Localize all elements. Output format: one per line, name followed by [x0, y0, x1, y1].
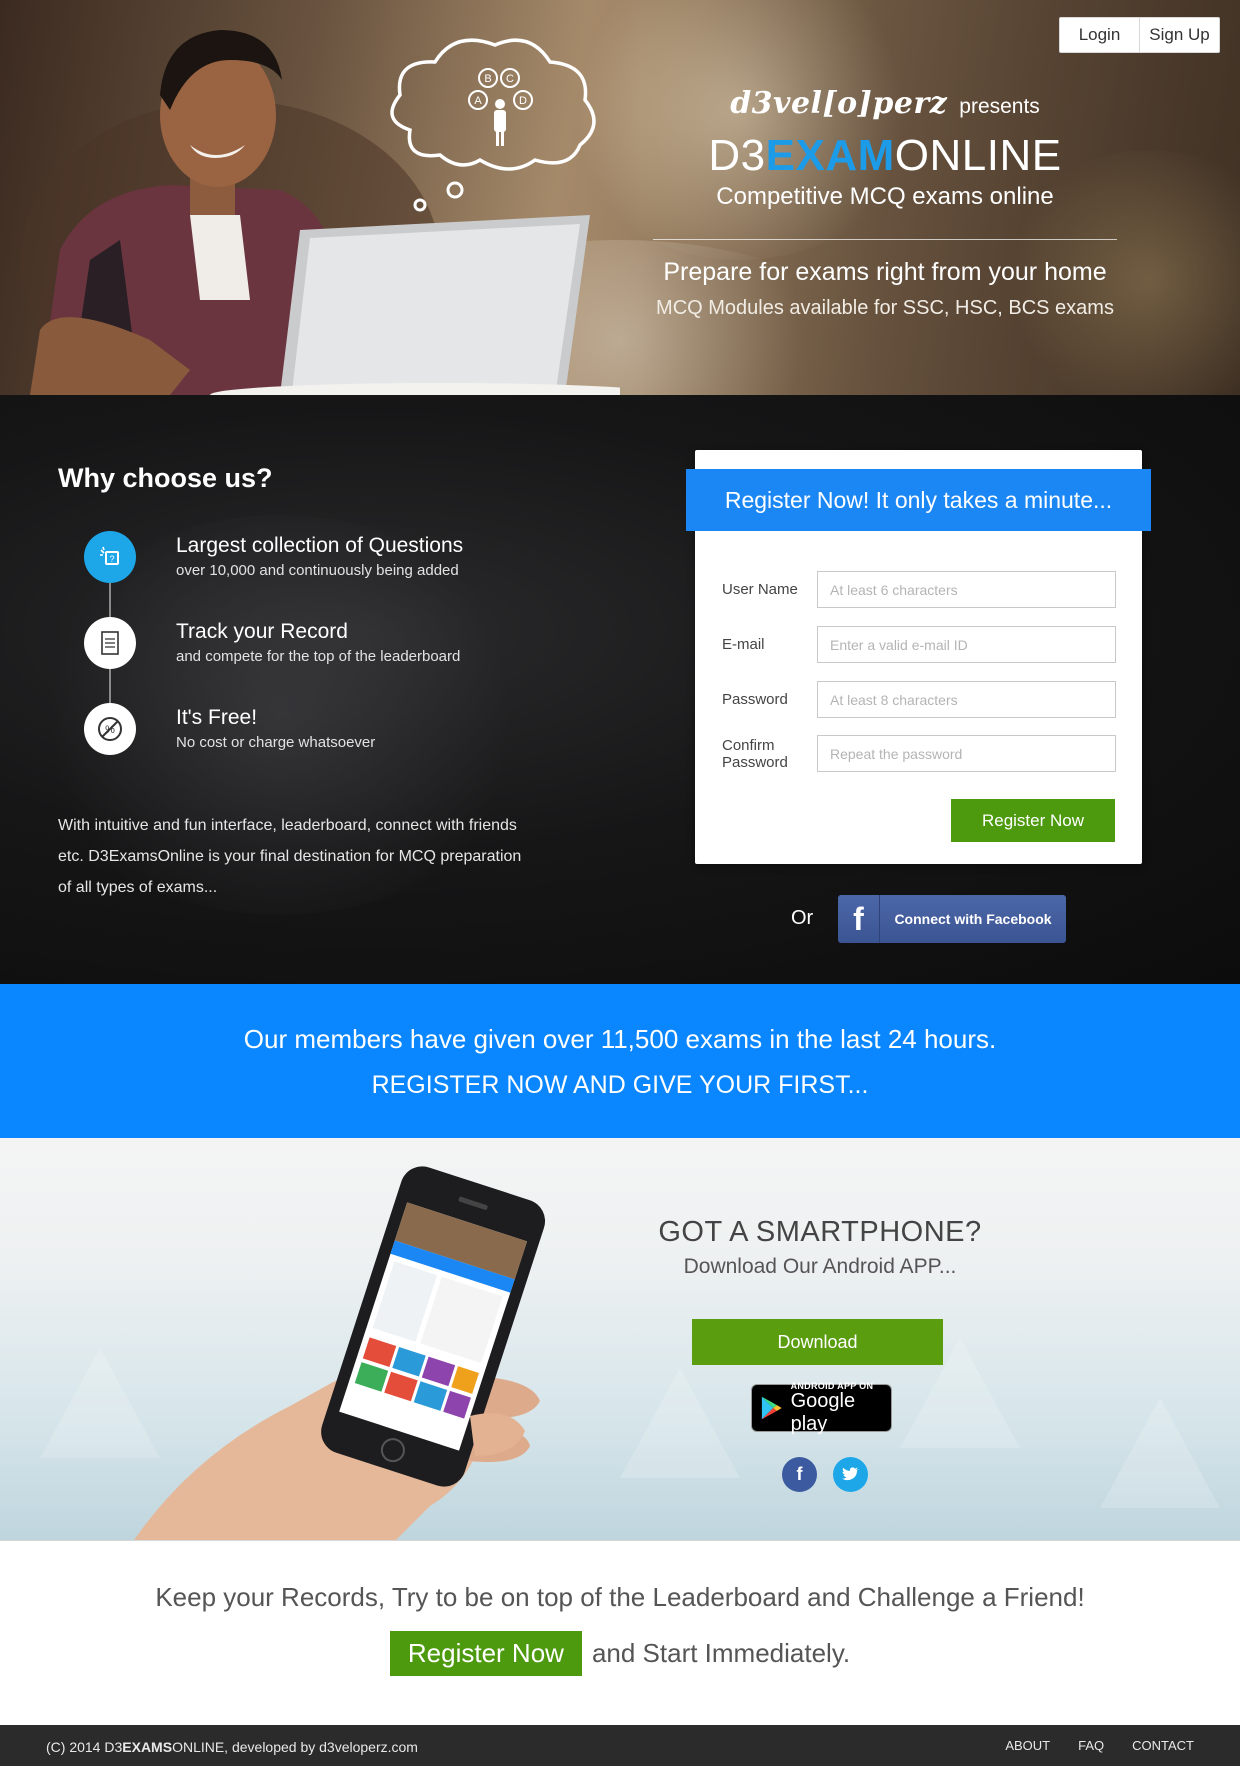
presents-text: presents [959, 95, 1040, 118]
password-label: Password [722, 691, 788, 708]
twitter-social-icon[interactable] [833, 1457, 868, 1492]
question-collection-icon: ? [84, 531, 136, 583]
email-label: E-mail [722, 636, 765, 653]
password-input[interactable] [817, 681, 1116, 718]
email-row: E-mail [722, 626, 1116, 663]
connect-facebook-button[interactable]: f Connect with Facebook [838, 895, 1066, 943]
app-copy: GOT A SMARTPHONE? Download Our Android A… [620, 1216, 1020, 1279]
feature-item: % It's Free! No cost or charge whatsoeve… [84, 703, 604, 789]
feature-title: Track your Record [176, 620, 348, 643]
no-cost-icon: % [84, 703, 136, 755]
password-row: Password [722, 681, 1116, 718]
confirm-password-row: Confirm Password [722, 735, 1116, 772]
auth-box: Login Sign Up [1059, 17, 1220, 53]
footer: (C) 2014 D3EXAMSONLINE, developed by d3v… [0, 1725, 1240, 1766]
why-choose-title: Why choose us? [58, 463, 273, 493]
confirm-password-input[interactable] [817, 735, 1116, 772]
svg-text:%: % [105, 724, 115, 736]
d3veloperz-logo[interactable]: d3vel[o]perz [730, 86, 947, 121]
thought-bubble-icon: B C A D [390, 38, 596, 212]
facebook-icon: f [838, 895, 880, 943]
login-button[interactable]: Login [1060, 18, 1139, 52]
brand-block: d3vel[o]perz presents D3EXAMONLINE Compe… [640, 86, 1130, 320]
stats-text: Our members have given over 11,500 exams… [243, 1024, 997, 1054]
footer-link-about[interactable]: ABOUT [1005, 1738, 1050, 1753]
student-with-laptop-image: B C A D [20, 30, 620, 395]
stats-banner: Our members have given over 11,500 exams… [0, 984, 1240, 1138]
smartphone-question: GOT A SMARTPHONE? [658, 1216, 982, 1248]
features-list: ? Largest collection of Questions over 1… [84, 531, 604, 789]
feature-desc: No cost or charge whatsoever [176, 734, 376, 751]
feature-item: ? Largest collection of Questions over 1… [84, 531, 604, 617]
download-app-button[interactable]: Download [692, 1319, 943, 1365]
or-separator: Or [791, 907, 814, 929]
email-input[interactable] [817, 626, 1116, 663]
google-play-icon [761, 1396, 782, 1420]
google-play-badge[interactable]: ANDROID APP ON Google play [751, 1381, 892, 1435]
site-title: D3EXAMONLINE [708, 131, 1062, 180]
footer-link-faq[interactable]: FAQ [1078, 1738, 1104, 1753]
why-register-section: Why choose us? ? Largest collection of Q… [0, 395, 1240, 984]
copyright-text: (C) 2014 D3EXAMSONLINE, developed by d3v… [46, 1739, 418, 1755]
feature-desc: and compete for the top of the leaderboa… [176, 648, 461, 665]
why-paragraph: With intuitive and fun interface, leader… [58, 817, 522, 896]
username-label: User Name [722, 581, 798, 598]
username-input[interactable] [817, 571, 1116, 608]
cta-after-text: and Start Immediately. [591, 1638, 851, 1668]
register-heading: Register Now! It only takes a minute... [686, 469, 1151, 531]
svg-text:C: C [506, 73, 514, 85]
footer-links: ABOUT FAQ CONTACT [1005, 1738, 1194, 1753]
hero-sublead: MCQ Modules available for SSC, HSC, BCS … [656, 297, 1114, 319]
facebook-button-label: Connect with Facebook [894, 911, 1052, 927]
hero-divider [653, 239, 1117, 240]
android-app-section: GOT A SMARTPHONE? Download Our Android A… [0, 1138, 1240, 1540]
facebook-social-icon[interactable]: f [782, 1457, 817, 1492]
svg-text:A: A [474, 95, 482, 107]
register-submit-button[interactable]: Register Now [951, 799, 1115, 842]
svg-text:B: B [484, 73, 491, 85]
feature-title: It's Free! [176, 706, 258, 729]
cta-section: Keep your Records, Try to be on top of t… [0, 1540, 1240, 1725]
confirm-password-label: Confirm Password [722, 736, 788, 771]
signup-button[interactable]: Sign Up [1139, 18, 1219, 52]
username-row: User Name [722, 571, 1116, 608]
cta-text: Keep your Records, Try to be on top of t… [155, 1582, 1085, 1612]
badge-big-text: Google play [790, 1389, 856, 1435]
hero-section: B C A D Login Sign Up d3vel[o]perz prese… [0, 0, 1240, 395]
feature-desc: over 10,000 and continuously being added [176, 562, 459, 579]
register-call-link[interactable]: REGISTER NOW AND GIVE YOUR FIRST... [0, 1071, 1240, 1100]
feature-title: Largest collection of Questions [176, 534, 464, 557]
tagline: Competitive MCQ exams online [716, 183, 1054, 210]
footer-link-contact[interactable]: CONTACT [1132, 1738, 1194, 1753]
hero-lead: Prepare for exams right from your home [663, 258, 1107, 286]
hand-holding-phone-image [134, 1166, 546, 1540]
download-subtitle: Download Our Android APP... [683, 1255, 957, 1278]
svg-text:D: D [519, 95, 527, 107]
cta-register-button[interactable]: Register Now [389, 1631, 582, 1676]
record-document-icon [84, 617, 136, 669]
feature-item: Track your Record and compete for the to… [84, 617, 604, 703]
svg-text:?: ? [109, 554, 114, 564]
